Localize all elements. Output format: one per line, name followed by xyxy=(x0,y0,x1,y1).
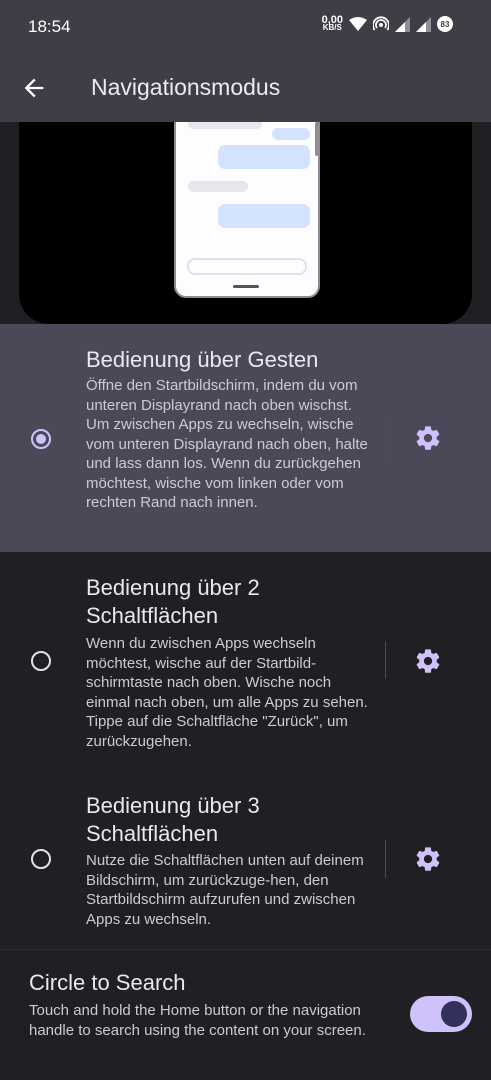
option-description: Öffne den Startbildschirm, indem du vom … xyxy=(86,377,368,511)
toggle-knob xyxy=(441,1001,467,1027)
net-speed-unit: KB/S xyxy=(322,23,342,32)
option-two-button-navigation[interactable]: Bedienung über 2 Schaltflächen Wenn du z… xyxy=(0,552,491,762)
page-title: Navigationsmodus xyxy=(91,74,281,100)
divider xyxy=(385,840,386,878)
circle-to-search-title: Circle to Search xyxy=(29,970,186,995)
radio-gesture-navigation[interactable] xyxy=(31,429,51,449)
option-three-button-navigation[interactable]: Bedienung über 3 Schaltflächen Nutze die… xyxy=(0,762,491,949)
divider xyxy=(385,419,386,457)
status-icons: 0,00 KB/S 83 xyxy=(322,15,453,32)
radio-two-button-navigation[interactable] xyxy=(31,651,51,671)
option-description: Wenn du zwischen Apps wechseln möchtest,… xyxy=(86,635,368,750)
signal-icon xyxy=(416,16,431,32)
option-title: Bedienung über 2 Schaltflächen xyxy=(86,575,260,628)
net-speed-indicator: 0,00 KB/S xyxy=(322,15,343,32)
radio-three-button-navigation[interactable] xyxy=(31,849,51,869)
option-description: Nutze die Schaltflächen unten auf deinem… xyxy=(86,852,364,928)
navigation-preview-illustration xyxy=(19,122,472,324)
gear-icon[interactable] xyxy=(414,424,442,452)
circle-to-search-description: Touch and hold the Home button or the na… xyxy=(29,1002,366,1039)
gear-icon[interactable] xyxy=(414,845,442,873)
circle-to-search-toggle[interactable] xyxy=(410,996,472,1032)
divider xyxy=(0,949,491,950)
signal-icon xyxy=(395,16,410,32)
divider xyxy=(385,641,386,679)
phone-illustration xyxy=(174,122,320,298)
battery-icon: 83 xyxy=(437,16,453,32)
option-gesture-navigation[interactable]: Bedienung über Gesten Öffne den Startbil… xyxy=(0,324,491,552)
wifi-icon xyxy=(349,17,367,31)
app-bar: Navigationsmodus xyxy=(0,54,491,122)
option-title: Bedienung über 3 Schaltflächen xyxy=(86,793,260,846)
option-title: Bedienung über Gesten xyxy=(86,347,319,372)
status-bar: 18:54 0,00 KB/S 83 xyxy=(0,0,491,54)
arrow-back-icon[interactable] xyxy=(20,74,48,102)
status-time: 18:54 xyxy=(28,17,71,36)
gear-icon[interactable] xyxy=(414,647,442,675)
hotspot-icon xyxy=(373,16,389,31)
